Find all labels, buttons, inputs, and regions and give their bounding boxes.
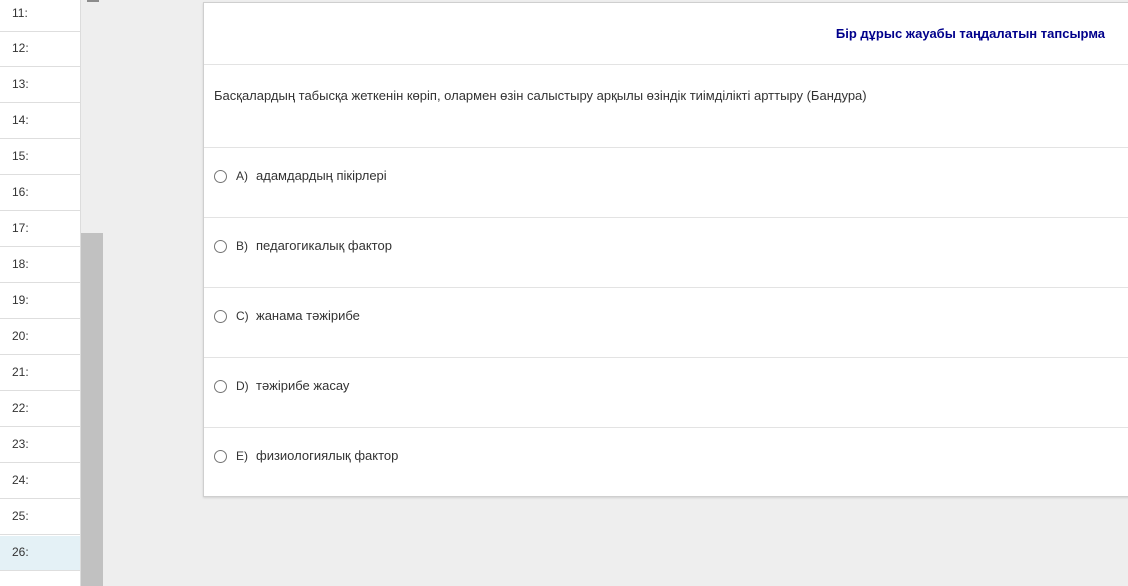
question-number-item[interactable]: 13:	[0, 68, 80, 103]
option-text[interactable]: адамдардың пікірлері	[256, 168, 387, 183]
option-text[interactable]: жанама тәжірибе	[256, 308, 360, 323]
radio-button[interactable]	[214, 310, 227, 323]
option-text[interactable]: физиологиялық фактор	[256, 448, 398, 463]
answer-option-c[interactable]: C) жанама тәжірибе	[204, 288, 1128, 358]
question-number-item[interactable]: 15:	[0, 140, 80, 175]
question-card: Бір дұрыс жауабы таңдалатын тапсырма Бас…	[203, 2, 1128, 497]
radio-button[interactable]	[214, 380, 227, 393]
question-number-item[interactable]: 16:	[0, 176, 80, 211]
question-number-item[interactable]: 21:	[0, 356, 80, 391]
question-number-item[interactable]: 24:	[0, 464, 80, 499]
option-text[interactable]: педагогикалық фактор	[256, 238, 392, 253]
answer-option-e[interactable]: E) физиологиялық фактор	[204, 428, 1128, 498]
answer-option-d[interactable]: D) тәжірибе жасау	[204, 358, 1128, 428]
question-number-item[interactable]: 20:	[0, 320, 80, 355]
question-type-label: Бір дұрыс жауабы таңдалатын тапсырма	[835, 26, 1105, 41]
answer-option-a[interactable]: A) адамдардың пікірлері	[204, 148, 1128, 218]
option-letter: C)	[236, 309, 249, 323]
question-number-item[interactable]: 19:	[0, 284, 80, 319]
option-letter: E)	[236, 449, 248, 463]
scrollbar-thumb[interactable]	[81, 233, 103, 586]
radio-button[interactable]	[214, 240, 227, 253]
radio-button[interactable]	[214, 450, 227, 463]
question-text: Басқалардың табысқа жеткенін көріп, олар…	[204, 65, 1128, 148]
option-letter: A)	[236, 169, 248, 183]
question-card-header: Бір дұрыс жауабы таңдалатын тапсырма	[204, 3, 1128, 65]
question-number-item[interactable]: 18:	[0, 248, 80, 283]
question-number-item[interactable]: 11:	[0, 0, 80, 32]
radio-button[interactable]	[214, 170, 227, 183]
option-letter: B)	[236, 239, 248, 253]
question-number-list: 11: 12: 13: 14: 15: 16: 17: 18: 19: 20: …	[0, 0, 81, 586]
question-number-item-active[interactable]: 26:	[0, 536, 80, 571]
question-number-item[interactable]: 14:	[0, 104, 80, 139]
question-number-item[interactable]: 17:	[0, 212, 80, 247]
answer-option-b[interactable]: B) педагогикалық фактор	[204, 218, 1128, 288]
option-text[interactable]: тәжірибе жасау	[256, 378, 349, 393]
question-number-item[interactable]: 23:	[0, 428, 80, 463]
divider	[87, 0, 99, 2]
option-letter: D)	[236, 379, 249, 393]
question-number-item[interactable]: 12:	[0, 32, 80, 67]
question-number-item[interactable]: 25:	[0, 500, 80, 535]
question-number-item[interactable]: 22:	[0, 392, 80, 427]
